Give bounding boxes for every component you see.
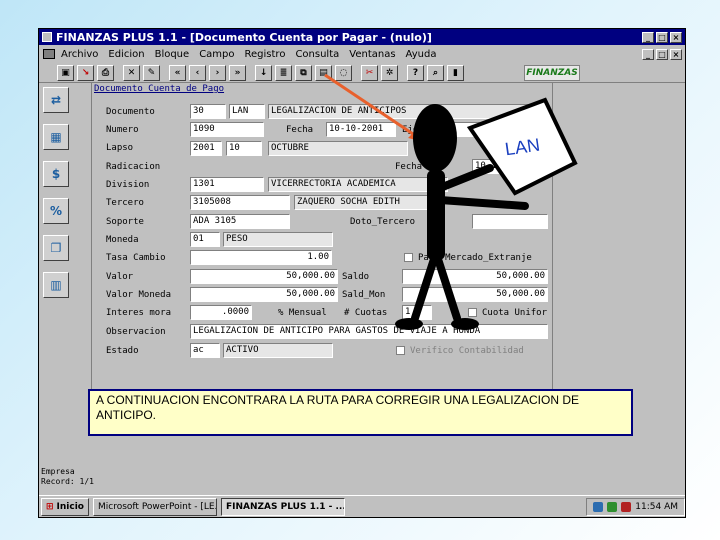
label-tasa-cambio: Tasa Cambio	[106, 253, 166, 263]
label-mensual: % Mensual	[278, 308, 327, 318]
document-menu-icon[interactable]	[43, 49, 55, 59]
documento-code-field[interactable]: 30	[190, 104, 226, 119]
antivirus-tray-icon[interactable]	[621, 501, 632, 512]
label-lapso: Lapso	[106, 143, 134, 153]
minimize-button[interactable]: _	[642, 31, 654, 43]
label-numero: Numero	[106, 125, 139, 135]
valor-moneda-field[interactable]: 50,000.00	[190, 287, 338, 302]
label-observacion: Observacion	[106, 327, 166, 337]
insert-icon[interactable]: ↓	[255, 64, 272, 81]
app-icon	[42, 32, 52, 42]
label-tercero: Tercero	[106, 198, 144, 208]
close-button[interactable]: ×	[670, 31, 682, 43]
label-interes-mora: Interes mora	[106, 308, 172, 318]
label-saldo: Saldo	[342, 272, 370, 282]
instruction-caption: A CONTINUACION ENCONTRARA LA RUTA PARA C…	[88, 389, 633, 436]
estado-name-field: ACTIVO	[223, 343, 333, 358]
clear-icon[interactable]: ✕	[123, 64, 140, 81]
moneda-code-field[interactable]: 01	[190, 232, 220, 247]
start-label: Inicio	[56, 501, 84, 512]
label-estado: Estado	[106, 346, 139, 356]
taskbar-item-finanzas[interactable]: FINANZAS PLUS 1.1 - ...	[221, 497, 345, 516]
menu-archivo[interactable]: Archivo	[61, 49, 98, 60]
label-documento: Documento	[106, 107, 155, 117]
clock: 11:54 AM	[635, 501, 678, 512]
transfer-icon[interactable]: ⇄	[43, 87, 69, 113]
estado-code-field[interactable]: ac	[190, 343, 220, 358]
menu-bar: Archivo Edicion Bloque Campo Registro Co…	[39, 46, 685, 62]
next-record-icon[interactable]: ›	[209, 64, 226, 81]
list-icon[interactable]: ≣	[275, 64, 292, 81]
system-tray: 11:54 AM	[586, 497, 685, 516]
menu-ayuda[interactable]: Ayuda	[406, 49, 437, 60]
stick-figure-holding-sign: LAN	[395, 97, 578, 330]
calendar-icon[interactable]: ▦	[43, 124, 69, 150]
left-toolbar: ⇄ ▦ $ % ❐ ▥	[43, 87, 71, 309]
tasa-cambio-field[interactable]: 1.00	[190, 250, 332, 265]
numero-field[interactable]: 1090	[190, 122, 264, 137]
status-record: Record: 1/1	[41, 477, 94, 486]
edit-icon[interactable]: ✎	[143, 64, 160, 81]
label-fecha: Fecha	[286, 125, 314, 135]
network-tray-icon[interactable]	[593, 501, 604, 512]
menu-consulta[interactable]: Consulta	[295, 49, 339, 60]
menu-registro[interactable]: Registro	[245, 49, 286, 60]
lapso-month-field[interactable]: 10	[226, 141, 262, 156]
table-icon[interactable]: ▥	[43, 272, 69, 298]
form-title: Documento Cuenta de Pago	[94, 84, 225, 94]
taskbar-item-powerpoint[interactable]: Microsoft PowerPoint - [LE...	[93, 497, 217, 516]
menu-edicion[interactable]: Edicion	[108, 49, 144, 60]
menu-ventanas[interactable]: Ventanas	[349, 49, 395, 60]
label-cuotas: # Cuotas	[344, 308, 388, 318]
label-valor-moneda: Valor Moneda	[106, 290, 172, 300]
first-record-icon[interactable]: «	[169, 64, 186, 81]
label-sald-mon: Sald_Mon	[342, 290, 386, 300]
percent-icon[interactable]: %	[43, 198, 69, 224]
stop-icon[interactable]: ▮	[447, 64, 464, 81]
money-icon[interactable]: $	[43, 161, 69, 187]
exit-icon[interactable]: ↘	[77, 64, 94, 81]
moneda-name-field: PESO	[223, 232, 333, 247]
finanzas-logo: FINANZAS	[524, 65, 580, 81]
status-empresa: Empresa	[41, 467, 75, 476]
doc-minimize-button[interactable]: _	[642, 48, 654, 60]
doc-maximize-button[interactable]: □	[656, 48, 668, 60]
last-record-icon[interactable]: »	[229, 64, 246, 81]
menu-campo[interactable]: Campo	[199, 49, 234, 60]
save-icon[interactable]: ▣	[57, 64, 74, 81]
status-area: Empresa Record: 1/1	[41, 467, 94, 487]
start-button[interactable]: ⊞ Inicio	[41, 497, 89, 516]
copy-icon[interactable]: ⧉	[295, 64, 312, 81]
lapso-year-field[interactable]: 2001	[190, 141, 222, 156]
label-soporte: Soporte	[106, 217, 144, 227]
doc-close-button[interactable]: ×	[670, 48, 682, 60]
interes-mora-field[interactable]: .0000	[190, 305, 252, 320]
soporte-field[interactable]: ADA 3105	[190, 214, 290, 229]
division-code-field[interactable]: 1301	[190, 177, 264, 192]
documento-type-field[interactable]: LAN	[229, 104, 265, 119]
label-radicacion: Radicacion	[106, 162, 161, 172]
volume-tray-icon[interactable]	[607, 501, 618, 512]
window-title: FINANZAS PLUS 1.1 - [Documento Cuenta po…	[56, 30, 432, 44]
label-valor: Valor	[106, 272, 134, 282]
windows-logo-icon: ⊞	[46, 501, 54, 512]
title-bar: FINANZAS PLUS 1.1 - [Documento Cuenta po…	[39, 29, 685, 45]
maximize-button[interactable]: □	[656, 31, 668, 43]
label-division: Division	[106, 180, 150, 190]
label-moneda: Moneda	[106, 235, 139, 245]
print-icon[interactable]: ⎙	[97, 64, 114, 81]
valor-field[interactable]: 50,000.00	[190, 269, 338, 284]
documents-icon[interactable]: ❐	[43, 235, 69, 261]
menu-bloque[interactable]: Bloque	[155, 49, 190, 60]
prev-record-icon[interactable]: ‹	[189, 64, 206, 81]
taskbar: ⊞ Inicio Microsoft PowerPoint - [LE... FI…	[39, 495, 685, 517]
tercero-id-field[interactable]: 3105008	[190, 195, 290, 210]
